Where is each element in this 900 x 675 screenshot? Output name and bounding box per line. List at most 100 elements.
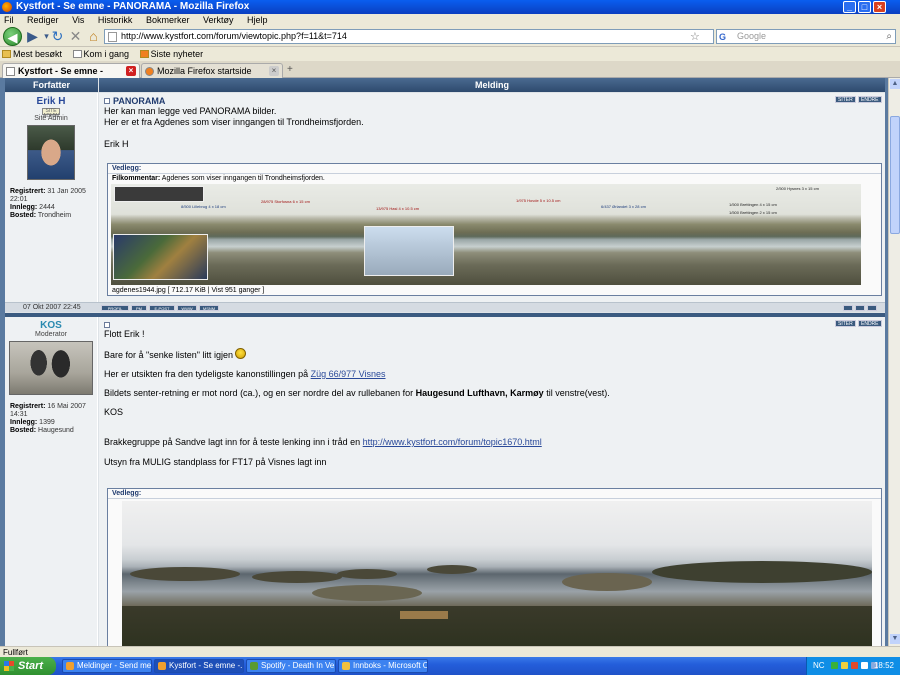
post-footer: 07 Okt 2007 22:45 PROFIL PM E-POST WWW M… — [5, 302, 885, 312]
page-content: Forfatter Melding Erik H SITE ADMIN Site… — [0, 78, 900, 646]
clock: 18:52 — [873, 661, 894, 670]
status-bar: Fullført — [0, 646, 900, 657]
link-topic1670[interactable]: http://www.kystfort.com/forum/topic1670.… — [363, 437, 542, 447]
tray-icon[interactable] — [851, 662, 858, 669]
post-author-name[interactable]: KOS — [5, 320, 97, 331]
page-icon — [108, 32, 117, 42]
attachment-label: Vedlegg: — [108, 489, 881, 499]
footer-icon[interactable] — [867, 305, 877, 311]
island-shape — [562, 573, 652, 591]
menu-fil[interactable]: Fil — [4, 15, 14, 25]
quote-button[interactable]: SITER — [835, 320, 856, 327]
firefox-tab-icon — [145, 67, 154, 76]
taskbar-item-outlook[interactable]: Innboks - Microsoft O... — [338, 659, 428, 673]
author-rank: Site Admin — [34, 115, 68, 122]
edit-button[interactable]: ENDRE — [858, 96, 882, 103]
tab-kystfort[interactable]: Kystfort - Se emne - PANORAMA × — [2, 63, 140, 90]
back-button[interactable]: ◀ — [3, 27, 22, 46]
message-column-header: Melding — [99, 78, 885, 92]
language-indicator[interactable]: NC — [813, 657, 825, 675]
island-shape — [312, 585, 422, 601]
bookmark-getting-started[interactable]: Kom i gang — [72, 49, 129, 59]
author-info: Registrert: 16 Mai 2007 14:31 Innlegg: 1… — [10, 403, 86, 434]
file-comment: Filkommentar: Agdenes som viser inngange… — [112, 175, 325, 182]
scroll-thumb[interactable] — [890, 116, 900, 234]
bookmarks-toolbar: Mest besøkt Kom i gang Siste nyheter — [0, 47, 900, 61]
quote-button[interactable]: SITER — [835, 96, 856, 103]
firefox-icon — [66, 662, 74, 670]
taskbar-item-messages[interactable]: Meldinger - Send mel... — [62, 659, 152, 673]
panorama-image-agdenes[interactable]: 8/500 Lillebrug 4 x 18 cm 28/975 Storfos… — [111, 184, 861, 285]
google-icon: G — [719, 32, 727, 42]
menu-verktoy[interactable]: Verktøy — [203, 15, 234, 25]
profile-button[interactable]: PROFIL — [101, 305, 129, 311]
tray-icon[interactable] — [861, 662, 868, 669]
menu-bokmerker[interactable]: Bokmerker — [146, 15, 190, 25]
url-bar[interactable]: http://www.kystfort.com/forum/viewtopic.… — [104, 29, 714, 44]
panorama-image-visnes[interactable] — [122, 501, 872, 646]
avatar — [9, 341, 93, 395]
scroll-down-icon[interactable]: ▼ — [890, 634, 900, 644]
firefox-window: Kystfort - Se emne - PANORAMA - Mozilla … — [0, 0, 900, 675]
tab-firefox-start[interactable]: Mozilla Firefox startside × — [141, 63, 283, 78]
attachment-box: Vedlegg: Filkommentar: Agdenes som viser… — [107, 163, 882, 296]
spotify-icon — [250, 662, 258, 670]
url-text: http://www.kystfort.com/forum/viewtopic.… — [121, 31, 347, 41]
home-icon[interactable]: ⌂ — [85, 28, 102, 45]
firefox-icon — [158, 662, 166, 670]
tab-bar: Kystfort - Se emne - PANORAMA × Mozilla … — [0, 61, 900, 90]
edit-button[interactable]: ENDRE — [858, 320, 882, 327]
post-author-name[interactable]: Erik H — [5, 96, 97, 107]
rss-icon — [139, 50, 149, 58]
taskbar-item-kystfort[interactable]: Kystfort - Se emne -... — [154, 659, 244, 673]
vertical-scrollbar[interactable]: ▲ ▼ — [888, 78, 900, 646]
menu-hjelp[interactable]: Hjelp — [247, 15, 268, 25]
email-button[interactable]: E-POST — [149, 305, 175, 311]
post-date: 07 Okt 2007 22:45 — [23, 304, 81, 311]
system-tray: NC 18:52 — [806, 657, 900, 675]
windows-flag-icon — [4, 661, 14, 671]
window-title: Kystfort - Se emne - PANORAMA - Mozilla … — [16, 1, 250, 12]
post-icon — [104, 322, 110, 328]
stop-icon[interactable]: ✕ — [67, 28, 84, 45]
image-inset-map — [364, 226, 454, 276]
start-button[interactable]: Start — [0, 657, 56, 675]
bookmark-star-icon[interactable]: ☆ — [690, 30, 700, 43]
footer-icon[interactable] — [855, 305, 865, 311]
file-info: agdenes1944.jpg [ 712.17 KiB | Vist 951 … — [112, 287, 265, 294]
close-button[interactable]: × — [873, 1, 886, 13]
new-tab-icon[interactable]: + — [287, 64, 293, 75]
link-visnes[interactable]: Züg 66/977 Visnes — [311, 369, 386, 379]
www-button[interactable]: WWW — [177, 305, 197, 311]
bookmark-latest-news[interactable]: Siste nyheter — [139, 49, 203, 59]
menu-rediger[interactable]: Rediger — [27, 15, 59, 25]
tray-icon[interactable] — [831, 662, 838, 669]
forum-table: Forfatter Melding Erik H SITE ADMIN Site… — [5, 78, 885, 646]
image-inset-text — [114, 186, 204, 202]
reload-icon[interactable]: ↻ — [49, 28, 66, 45]
post-author-panel: Erik H SITE ADMIN Site Admin Registrert:… — [5, 93, 98, 302]
menu-vis[interactable]: Vis — [72, 15, 84, 25]
island-shape — [130, 567, 240, 581]
foreground-shape — [122, 606, 872, 646]
minimize-button[interactable]: _ — [843, 1, 856, 13]
search-icon[interactable]: ⌕ — [886, 30, 892, 43]
menu-historikk[interactable]: Historikk — [98, 15, 133, 25]
maximize-button[interactable]: □ — [858, 1, 871, 13]
pm-button[interactable]: PM — [131, 305, 147, 311]
taskbar-item-spotify[interactable]: Spotify - Death In Ve... — [246, 659, 336, 673]
menu-bar: Fil Rediger Vis Historikk Bokmerker Verk… — [0, 14, 900, 26]
bookmark-most-visited[interactable]: Mest besøkt — [2, 49, 62, 59]
bookmark-folder-icon — [2, 50, 11, 58]
msn-button[interactable]: MSNM — [199, 305, 219, 311]
tray-icon[interactable] — [841, 662, 848, 669]
footer-icon[interactable] — [843, 305, 853, 311]
search-bar[interactable]: G Google ⌕ — [716, 29, 896, 44]
island-shape — [252, 571, 342, 583]
windows-taskbar: Start Meldinger - Send mel... Kystfort -… — [0, 657, 900, 675]
attachment-label: Vedlegg: — [108, 164, 881, 174]
post-body: Flott Erik ! Bare for å "senke listen" l… — [104, 329, 610, 467]
tab-close-icon[interactable]: × — [269, 66, 279, 76]
tab-close-icon[interactable]: × — [126, 66, 136, 76]
scroll-up-icon[interactable]: ▲ — [890, 79, 900, 89]
